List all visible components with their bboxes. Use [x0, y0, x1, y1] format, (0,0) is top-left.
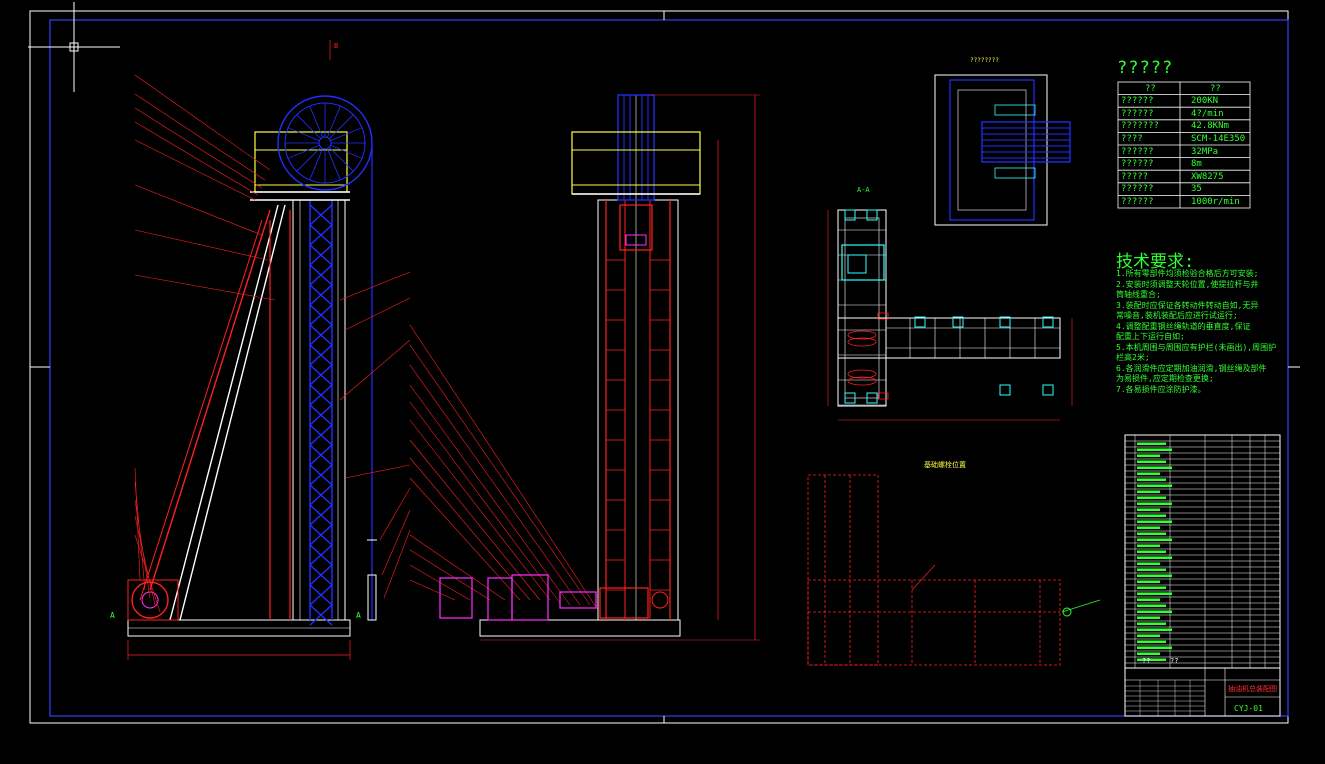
tech-requirement-item: 5.本机周围与周围应有护栏(未画出),周围护: [1116, 342, 1277, 352]
tech-requirement-item: 1.所有零部件均须检验合格后方可安装;: [1116, 269, 1259, 278]
view-label-b: B: [334, 42, 338, 50]
sheet-outer-border: [29, 10, 1289, 724]
tech-requirement-item: 6.各润滑件应定期加油润滑,钢丝绳及部件: [1116, 363, 1267, 373]
drawing-number: CYJ-01: [1234, 704, 1263, 713]
param-name: ??????: [1121, 196, 1154, 207]
param-value: XW8275: [1191, 171, 1224, 182]
tech-requirement-item: 常噪音,装机装配后应进行试运行;: [1116, 311, 1238, 320]
param-name: ??????: [1121, 96, 1154, 107]
svg-text:A: A: [110, 611, 115, 620]
param-name: ???????: [1121, 121, 1159, 132]
foundation-label: 基础螺栓位置: [924, 460, 966, 469]
param-name: ??????: [1121, 108, 1154, 119]
param-header-name: ??: [1145, 84, 1156, 94]
section-label: A-A: [857, 186, 870, 194]
param-value: 8m: [1191, 159, 1202, 170]
param-value: 200KN: [1191, 96, 1219, 107]
side-elevation-view: A A B: [110, 40, 599, 660]
ucs-crosshair-icon: [28, 2, 120, 92]
tech-requirement-item: 筒轴线重合;: [1116, 290, 1161, 299]
param-name: ??????: [1121, 146, 1154, 157]
bill-of-materials: [1124, 434, 1281, 669]
tech-requirement-item: 栏高2米;: [1116, 353, 1150, 362]
param-value: 32MPa: [1191, 146, 1219, 157]
project-name: 抽油机总装配图: [1228, 685, 1277, 693]
section-a-a-view: A-A: [827, 186, 1073, 421]
top-view-detail: ????????: [934, 57, 1071, 226]
tech-requirement-item: 4.调整配重钢丝绳轨道的垂直度,保证: [1116, 321, 1251, 331]
top-view-label: ????????: [970, 57, 999, 64]
param-value: 1000r/min: [1191, 196, 1240, 207]
param-name: ????: [1121, 133, 1143, 144]
tech-requirement-item: 配重上下运行自如;: [1116, 332, 1185, 341]
param-value: 4?/min: [1191, 108, 1224, 119]
foundation-bolt-layout: 基础螺栓位置: [807, 460, 1101, 666]
param-value: 35: [1191, 184, 1202, 195]
param-name: ??????: [1121, 159, 1154, 170]
param-header-value: ??: [1210, 84, 1221, 94]
param-name: ?????: [1121, 171, 1149, 182]
tech-requirement-item: 7.各易损件应涂防护漆。: [1116, 384, 1206, 394]
param-value: SCM-14E350: [1191, 133, 1246, 144]
tech-requirement-item: 3.装配时应保证各转动件转动自如,无异: [1116, 300, 1259, 310]
tech-requirement-item: 为易损件,应定期检查更换;: [1116, 374, 1214, 383]
tech-requirement-item: 2.安装时须调整天轮位置,使提拉杆与井: [1116, 279, 1259, 289]
param-value: 42.8KNm: [1191, 121, 1229, 132]
bom-header-col2: ??: [1170, 657, 1179, 665]
bom-header-col1: ??: [1142, 657, 1151, 665]
front-elevation-view: [439, 94, 760, 641]
parameter-table-title: ?????: [1117, 58, 1174, 78]
svg-text:A: A: [356, 611, 361, 620]
param-name: ??????: [1121, 184, 1154, 195]
